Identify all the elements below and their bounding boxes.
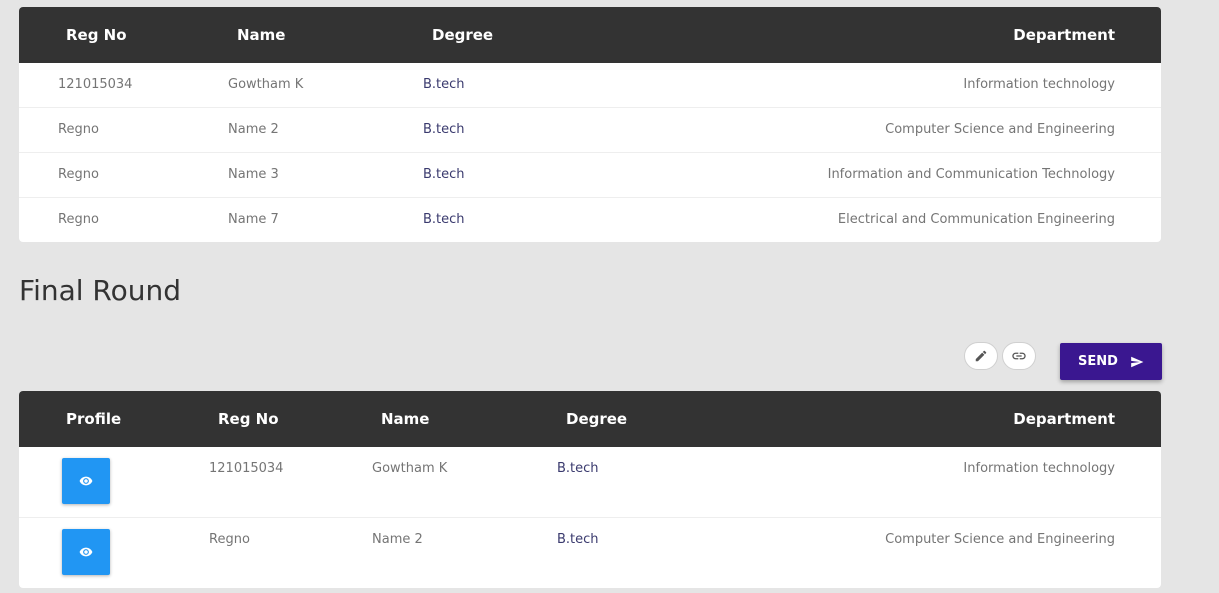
cell-department: Computer Science and Engineering [885,532,1115,547]
cell-department: Information technology [963,461,1115,476]
section-title: Final Round [19,274,182,307]
view-profile-button[interactable] [62,458,110,504]
cell-department: Information and Communication Technology [827,167,1115,182]
table-row: Regno Name 3 B.tech Information and Comm… [19,153,1161,198]
cell-degree: B.tech [423,167,465,182]
cell-regno: Regno [58,212,99,227]
eye-icon [79,476,93,486]
cell-regno: 121015034 [209,461,284,476]
table-header: Reg No Name Degree Department [19,7,1161,63]
cell-name: Name 7 [228,212,279,227]
link-icon [1012,352,1026,360]
cell-name: Gowtham K [372,461,448,476]
table-row: Regno Name 7 B.tech Electrical and Commu… [19,198,1161,242]
cell-name: Gowtham K [228,77,304,92]
students-table: Reg No Name Degree Department 121015034 … [19,7,1161,242]
cell-name: Name 3 [228,167,279,182]
header-department: Department [1013,410,1115,428]
header-name: Name [237,26,286,44]
view-profile-button[interactable] [62,529,110,575]
table-header: Profile Reg No Name Degree Department [19,391,1161,447]
final-round-table: Profile Reg No Name Degree Department 12… [19,391,1161,588]
header-profile: Profile [66,410,122,428]
header-degree: Degree [566,410,628,428]
table-row: Regno Name 2 B.tech Computer Science and… [19,108,1161,153]
header-name: Name [381,410,430,428]
cell-department: Computer Science and Engineering [885,122,1115,137]
cell-degree: B.tech [557,461,599,476]
header-regno: Reg No [66,26,127,44]
send-icon [1131,356,1144,367]
cell-regno: Regno [58,167,99,182]
cell-department: Electrical and Communication Engineering [837,212,1115,227]
cell-degree: B.tech [423,122,465,137]
table-row: Regno Name 2 B.tech Computer Science and… [19,518,1161,588]
cell-name: Name 2 [228,122,279,137]
cell-degree: B.tech [423,77,465,92]
cell-regno: 121015034 [58,77,133,92]
eye-icon [79,547,93,557]
pencil-icon [975,350,987,362]
header-department: Department [1013,26,1115,44]
table-row: 121015034 Gowtham K B.tech Information t… [19,447,1161,518]
cell-name: Name 2 [372,532,423,547]
send-button[interactable]: SEND [1060,343,1162,380]
header-regno: Reg No [218,410,279,428]
cell-degree: B.tech [557,532,599,547]
cell-department: Information technology [963,77,1115,92]
send-label: SEND [1078,354,1118,369]
cell-regno: Regno [209,532,250,547]
table-row: 121015034 Gowtham K B.tech Information t… [19,63,1161,108]
link-button[interactable] [1002,342,1036,370]
cell-degree: B.tech [423,212,465,227]
edit-button[interactable] [964,342,998,370]
header-degree: Degree [432,26,494,44]
cell-regno: Regno [58,122,99,137]
